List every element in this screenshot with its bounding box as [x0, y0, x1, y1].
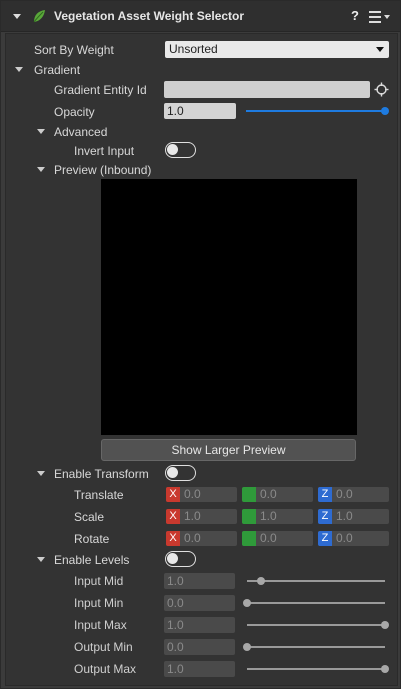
sort-by-weight-label: Sort By Weight — [34, 43, 114, 57]
levels-row-label: Input Max — [74, 618, 127, 632]
z-axis-tag: Z — [318, 509, 332, 524]
x-axis-tag: X — [166, 531, 180, 546]
transform-z-field[interactable]: Z 0.0 — [318, 487, 389, 502]
transform-y-value: 1.0 — [260, 509, 277, 523]
transform-y-value: 0.0 — [260, 531, 277, 545]
transform-y-value: 0.0 — [260, 487, 277, 501]
chevron-down-icon — [376, 47, 384, 52]
transform-z-value: 0.0 — [336, 487, 353, 501]
levels-value-input[interactable]: 1.0 — [164, 661, 235, 677]
levels-slider-handle[interactable] — [381, 621, 389, 629]
collapse-arrow-icon[interactable] — [13, 14, 21, 19]
transform-z-field[interactable]: Z 1.0 — [318, 509, 389, 524]
levels-collapse-arrow-icon[interactable] — [37, 557, 45, 562]
levels-slider-handle[interactable] — [243, 599, 251, 607]
transform-x-field[interactable]: X 0.0 — [166, 531, 237, 546]
transform-x-value: 0.0 — [184, 531, 201, 545]
opacity-input[interactable]: 1.0 — [164, 103, 236, 119]
enable-levels-label: Enable Levels — [54, 553, 130, 567]
gradient-entity-id-label: Gradient Entity Id — [54, 83, 147, 97]
menu-icon[interactable] — [369, 10, 391, 24]
z-axis-tag: Z — [318, 531, 332, 546]
transform-z-value: 1.0 — [336, 509, 353, 523]
component-title: Vegetation Asset Weight Selector — [54, 9, 245, 23]
levels-row-label: Output Min — [74, 640, 133, 654]
advanced-collapse-arrow-icon[interactable] — [37, 129, 45, 134]
show-larger-preview-button[interactable]: Show Larger Preview — [101, 439, 356, 461]
enable-transform-toggle[interactable] — [165, 465, 196, 481]
x-axis-tag: X — [166, 509, 180, 524]
transform-x-value: 0.0 — [184, 487, 201, 501]
levels-slider-track[interactable] — [247, 668, 385, 670]
gradient-collapse-arrow-icon[interactable] — [15, 67, 23, 72]
sort-by-weight-dropdown[interactable]: Unsorted — [165, 41, 389, 58]
invert-input-toggle[interactable] — [165, 142, 196, 158]
opacity-label: Opacity — [54, 105, 95, 119]
opacity-slider-handle[interactable] — [381, 107, 389, 115]
levels-slider-handle[interactable] — [381, 665, 389, 673]
levels-slider-track[interactable] — [247, 646, 385, 648]
levels-value-input[interactable]: 1.0 — [164, 617, 235, 633]
component-header: Vegetation Asset Weight Selector ? — [1, 1, 400, 32]
levels-slider-handle[interactable] — [243, 643, 251, 651]
entity-picker-target-icon[interactable] — [374, 82, 389, 97]
gradient-entity-id-field[interactable] — [164, 81, 370, 98]
enable-levels-toggle[interactable] — [165, 551, 196, 567]
enable-transform-label: Enable Transform — [54, 467, 149, 481]
levels-value-input[interactable]: 0.0 — [164, 639, 235, 655]
levels-row-label: Input Min — [74, 596, 124, 610]
transform-x-value: 1.0 — [184, 509, 201, 523]
levels-slider-track[interactable] — [247, 624, 385, 626]
transform-y-field[interactable]: 0.0 — [242, 531, 313, 546]
y-axis-tag — [242, 531, 256, 546]
transform-collapse-arrow-icon[interactable] — [37, 471, 45, 476]
sort-by-weight-value: Unsorted — [169, 42, 218, 56]
invert-input-label: Invert Input — [74, 144, 135, 158]
transform-row-label: Scale — [74, 510, 105, 524]
x-axis-tag: X — [166, 487, 180, 502]
gradient-section-label: Gradient — [34, 63, 81, 77]
vegetation-leaf-icon — [33, 10, 45, 23]
transform-row-label: Translate — [74, 488, 124, 502]
y-axis-tag — [242, 487, 256, 502]
help-icon[interactable]: ? — [351, 8, 359, 23]
transform-y-field[interactable]: 0.0 — [242, 487, 313, 502]
preview-section-label: Preview (Inbound) — [54, 163, 152, 177]
toggle-knob — [167, 467, 178, 478]
gradient-preview-image — [101, 179, 357, 435]
toggle-knob — [167, 144, 178, 155]
toggle-knob — [167, 553, 178, 564]
y-axis-tag — [242, 509, 256, 524]
levels-value-input[interactable]: 1.0 — [164, 573, 235, 589]
transform-z-value: 0.0 — [336, 531, 353, 545]
component-panel: Vegetation Asset Weight Selector ? Sort … — [0, 0, 401, 689]
levels-slider-handle[interactable] — [256, 577, 265, 585]
advanced-section-label: Advanced — [54, 125, 108, 139]
transform-y-field[interactable]: 1.0 — [242, 509, 313, 524]
transform-row-label: Rotate — [74, 532, 110, 546]
preview-collapse-arrow-icon[interactable] — [37, 167, 45, 172]
transform-x-field[interactable]: X 1.0 — [166, 509, 237, 524]
levels-slider-track[interactable] — [247, 602, 385, 604]
levels-row-label: Input Mid — [74, 574, 124, 588]
transform-z-field[interactable]: Z 0.0 — [318, 531, 389, 546]
levels-slider-track[interactable] — [247, 580, 385, 582]
transform-x-field[interactable]: X 0.0 — [166, 487, 237, 502]
levels-value-input[interactable]: 0.0 — [164, 595, 235, 611]
z-axis-tag: Z — [318, 487, 332, 502]
levels-row-label: Output Max — [74, 662, 137, 676]
opacity-slider-track[interactable] — [246, 110, 385, 112]
